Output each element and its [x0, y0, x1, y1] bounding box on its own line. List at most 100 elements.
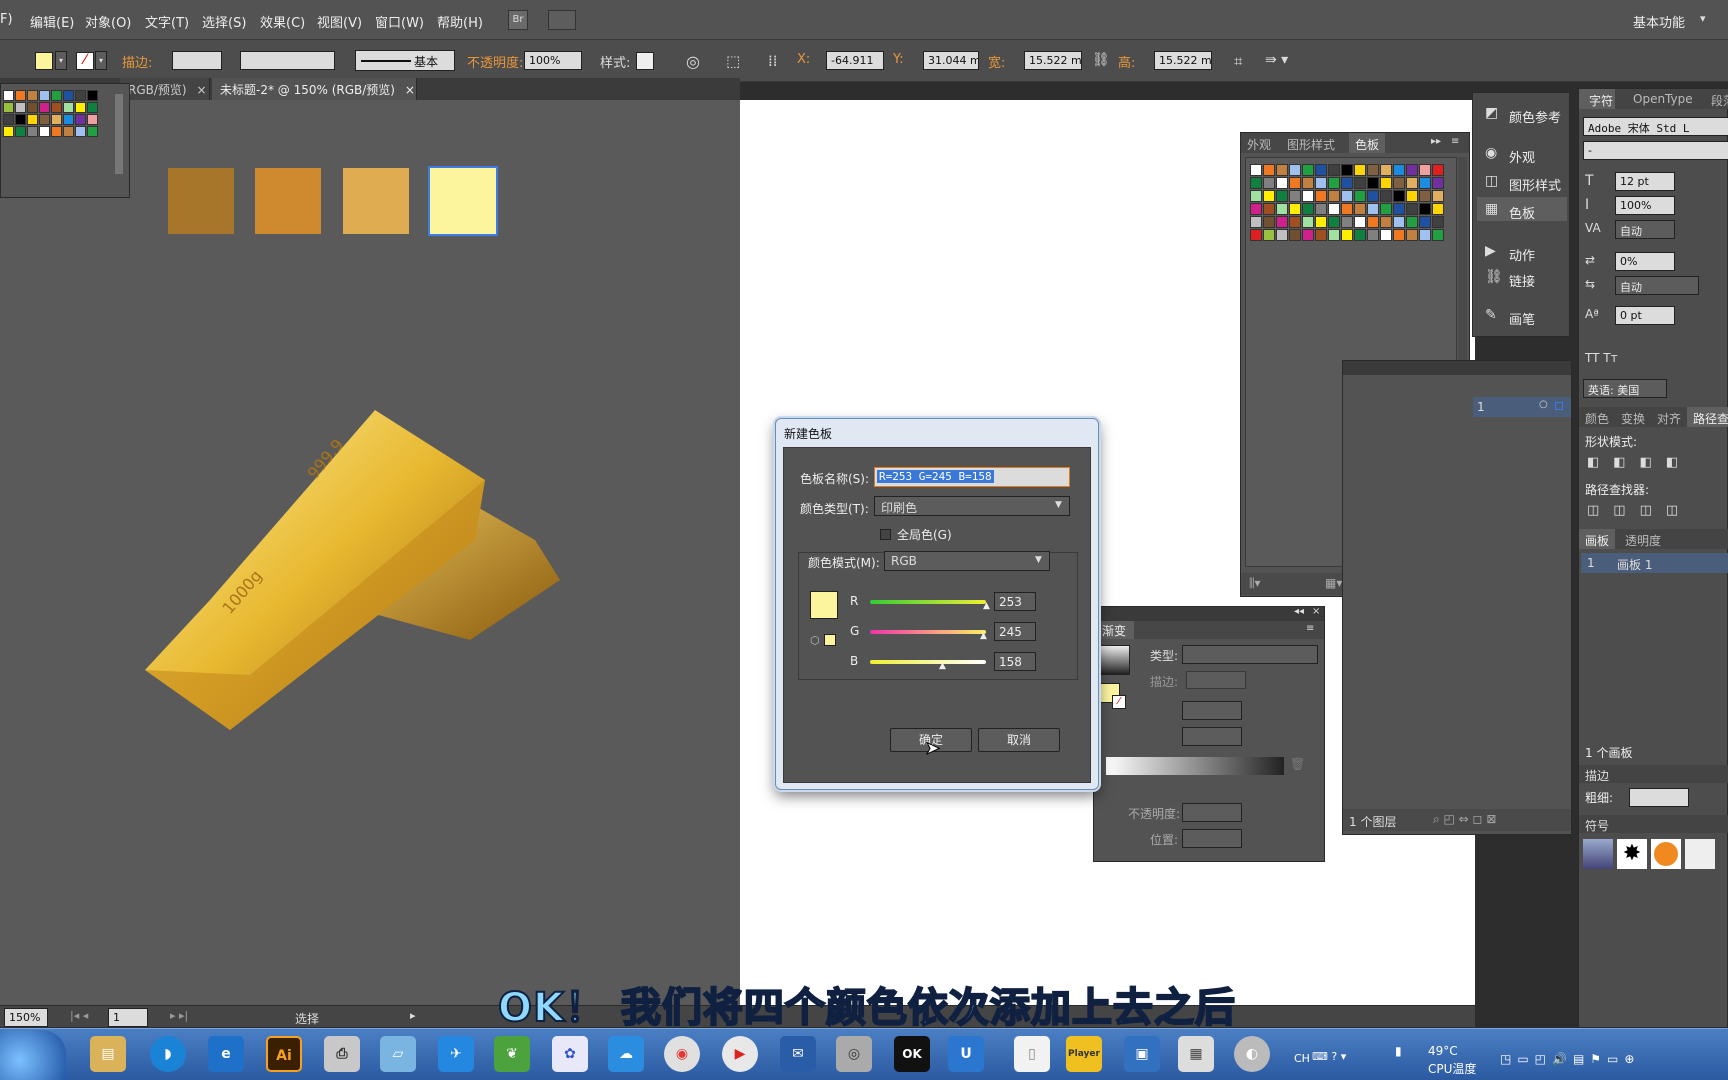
u-icon[interactable]: U [948, 1036, 984, 1072]
swatch-chip[interactable] [1263, 203, 1275, 215]
swatch-chip[interactable] [1367, 164, 1379, 176]
swatch-chip[interactable] [1315, 190, 1327, 202]
stroke-none-swatch[interactable]: ⁄ [1112, 695, 1126, 709]
swatch-chip[interactable] [1328, 229, 1340, 241]
swatch-chip[interactable] [1289, 229, 1301, 241]
swatch-chip[interactable] [1276, 164, 1288, 176]
tab-close-icon[interactable]: × [196, 83, 206, 97]
swatch-chip[interactable] [1354, 229, 1366, 241]
show-swatch-kinds-icon[interactable]: ▦▾ [1325, 576, 1342, 590]
start-button[interactable] [0, 1030, 66, 1080]
symbol-splat[interactable]: ✸ [1617, 839, 1647, 869]
swatch-chip[interactable] [75, 102, 86, 113]
target-icon[interactable]: ○ [1539, 399, 1548, 410]
send-icon[interactable]: ✈ [438, 1036, 474, 1072]
swatch-chip[interactable] [1432, 203, 1444, 215]
swatch-chip[interactable] [3, 90, 14, 101]
swatch-chip[interactable] [51, 90, 62, 101]
swatch-chip[interactable] [1341, 203, 1353, 215]
g-value-field[interactable]: 245 [994, 622, 1036, 641]
b-slider[interactable] [870, 660, 986, 664]
close-icon[interactable]: × [1312, 606, 1320, 617]
stroke-weight-input[interactable] [1629, 788, 1689, 807]
constrain-proportions-icon[interactable]: ⛓ [1092, 52, 1110, 68]
swatch-chip[interactable] [1367, 177, 1379, 189]
symbols-panel-title[interactable]: 符号 [1585, 817, 1609, 834]
notebook-icon[interactable]: ▱ [380, 1036, 416, 1072]
swatch-chip[interactable] [1289, 164, 1301, 176]
tab-artboards[interactable]: 画板 [1579, 529, 1616, 549]
menu-help[interactable]: 帮助(H) [437, 12, 483, 31]
tab-color[interactable]: 颜色 [1579, 407, 1613, 427]
computer-icon[interactable]: ▣ [1124, 1036, 1160, 1072]
swatch-chip[interactable] [51, 114, 62, 125]
swatch-chip[interactable] [1419, 216, 1431, 228]
aspect-ratio-field[interactable] [1182, 727, 1242, 746]
mini-swatch-scrollbar[interactable] [115, 94, 123, 174]
tab-paragraph[interactable]: 段落 [1705, 89, 1728, 109]
printer-icon[interactable]: ⎙ [324, 1036, 360, 1072]
layer-row[interactable]: 1 ○ [1473, 397, 1571, 417]
b-value-field[interactable]: 158 [994, 652, 1036, 671]
swatch-chip[interactable] [15, 90, 26, 101]
swatch-chip[interactable] [39, 114, 50, 125]
swatch-chip[interactable] [1250, 203, 1262, 215]
dock-appearance[interactable]: 外观 [1509, 147, 1535, 166]
swatch-chip[interactable] [1380, 164, 1392, 176]
tab-swatches[interactable]: 色板 [1349, 133, 1386, 153]
swatch-chip[interactable] [1419, 229, 1431, 241]
width-field[interactable]: 15.522 m [1024, 51, 1082, 70]
swatch-chip[interactable] [1315, 164, 1327, 176]
swatch-chip[interactable] [1380, 229, 1392, 241]
swatch-chip[interactable] [1419, 164, 1431, 176]
document-icon[interactable]: ▯ [1014, 1036, 1050, 1072]
tab-align[interactable]: 对齐 [1651, 407, 1687, 427]
arrange-documents-icon[interactable] [548, 10, 576, 30]
swatch-chip[interactable] [87, 114, 98, 125]
r-slider[interactable] [870, 600, 986, 604]
dock-brushes[interactable]: 画笔 [1509, 309, 1535, 328]
collapse-icon[interactable]: ◂◂ [1294, 606, 1304, 617]
swatch-chip[interactable] [1276, 177, 1288, 189]
tray-icons-right[interactable]: ◳▭◰🔊▤⚑▭⊕ [1500, 1052, 1640, 1066]
appearance-icon[interactable]: ◉ [1485, 145, 1497, 161]
dock-swatches[interactable]: 色板 [1509, 203, 1535, 222]
swatch-chip[interactable] [87, 102, 98, 113]
swatch-chip[interactable] [1406, 164, 1418, 176]
swatch-chip[interactable] [63, 102, 74, 113]
swatch-chip[interactable] [75, 126, 86, 137]
swatch-chip[interactable] [1406, 229, 1418, 241]
actions-icon[interactable]: ▶ [1485, 243, 1496, 259]
panel-menu-icon[interactable]: ≡ [1451, 136, 1459, 147]
swatch-chip[interactable] [1354, 190, 1366, 202]
camera-icon[interactable]: ◎ [836, 1036, 872, 1072]
tsume-field[interactable]: 0% [1615, 252, 1675, 271]
symbol-blue-banner[interactable] [1583, 839, 1613, 869]
swatch-chip[interactable] [1315, 177, 1327, 189]
fill-dropdown-icon[interactable]: ▾ [55, 51, 67, 70]
swatch-chip[interactable] [1289, 216, 1301, 228]
panel-menu-icon[interactable]: ⇛ ▾ [1265, 52, 1288, 68]
font-family-field[interactable]: Adobe 宋体 Std L [1583, 117, 1728, 136]
panel-collapse-icon[interactable]: ▸▸ [1431, 136, 1441, 147]
height-field[interactable]: 15.522 m [1154, 51, 1212, 70]
swatch-chip[interactable] [1380, 177, 1392, 189]
swatch-chip[interactable] [1341, 216, 1353, 228]
calculator-icon[interactable]: ▦ [1178, 1036, 1214, 1072]
tab-gradient[interactable]: 渐变 [1094, 621, 1135, 639]
swatch-chip[interactable] [1250, 177, 1262, 189]
graphic-style-swatch[interactable] [636, 52, 654, 70]
swatch-chip[interactable] [63, 126, 74, 137]
swatch-name-field[interactable]: R=253 G=245 B=158 [874, 467, 1070, 487]
graphic-styles-icon[interactable]: ◫ [1485, 173, 1498, 189]
swatch-chip[interactable] [1354, 203, 1366, 215]
tab-character[interactable]: 字符 [1579, 89, 1616, 109]
tab-transform[interactable]: 变换 [1615, 407, 1651, 427]
color-square-2[interactable] [255, 168, 321, 234]
artboard-nav-arrows[interactable]: |◂ ◂ [70, 1009, 88, 1022]
menu-view[interactable]: 视图(V) [317, 12, 362, 31]
stroke-panel-title[interactable]: 描边 [1585, 767, 1609, 784]
swatch-chip[interactable] [63, 114, 74, 125]
artboard-number-field[interactable]: 1 [108, 1008, 148, 1027]
color-type-select[interactable]: 印刷色 ▼ [874, 496, 1070, 516]
